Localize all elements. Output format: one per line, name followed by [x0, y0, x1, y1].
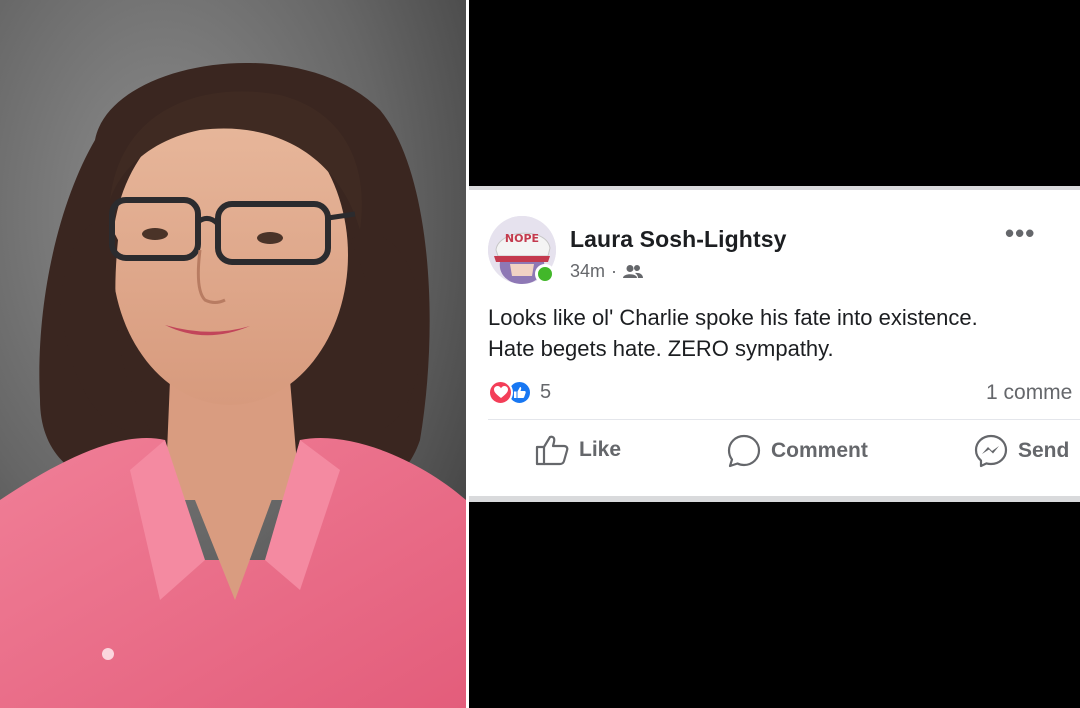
- post-timestamp[interactable]: 34m: [570, 261, 605, 282]
- more-options-icon[interactable]: •••: [1005, 218, 1035, 249]
- post-author-name[interactable]: Laura Sosh-Lightsy: [570, 226, 787, 253]
- actions-divider: [488, 419, 1080, 420]
- avatar-hat-text: NOPE: [505, 232, 539, 245]
- post-text-line: Looks like ol' Charlie spoke his fate in…: [488, 305, 978, 330]
- reaction-count: 5: [540, 381, 552, 403]
- comment-bubble-icon: [727, 434, 761, 468]
- reaction-summary[interactable]: 5: [488, 380, 551, 405]
- thumbs-up-icon: [535, 435, 569, 466]
- portrait-illustration: [0, 0, 466, 708]
- love-reaction-icon: [488, 380, 513, 405]
- messenger-icon: [974, 434, 1008, 468]
- post-body: Looks like ol' Charlie spoke his fate in…: [488, 302, 1080, 364]
- comment-button-label: Comment: [771, 439, 868, 462]
- send-button[interactable]: Send: [974, 434, 1069, 468]
- post-text-line: Hate begets hate. ZERO sympathy.: [488, 336, 834, 361]
- like-button-label: Like: [579, 438, 622, 461]
- facebook-post-card: NOPE Laura Sosh-Lightsy 34m · ••• Looks …: [469, 186, 1080, 502]
- post-meta: 34m ·: [570, 261, 644, 282]
- meta-separator: ·: [611, 261, 618, 281]
- friends-icon: [623, 264, 644, 278]
- online-status-dot: [535, 264, 555, 284]
- like-button[interactable]: Like: [535, 434, 621, 466]
- comments-count-link[interactable]: 1 comme: [986, 381, 1072, 405]
- comment-button[interactable]: Comment: [727, 434, 868, 468]
- send-button-label: Send: [1018, 439, 1070, 462]
- portrait-photo: [0, 0, 466, 708]
